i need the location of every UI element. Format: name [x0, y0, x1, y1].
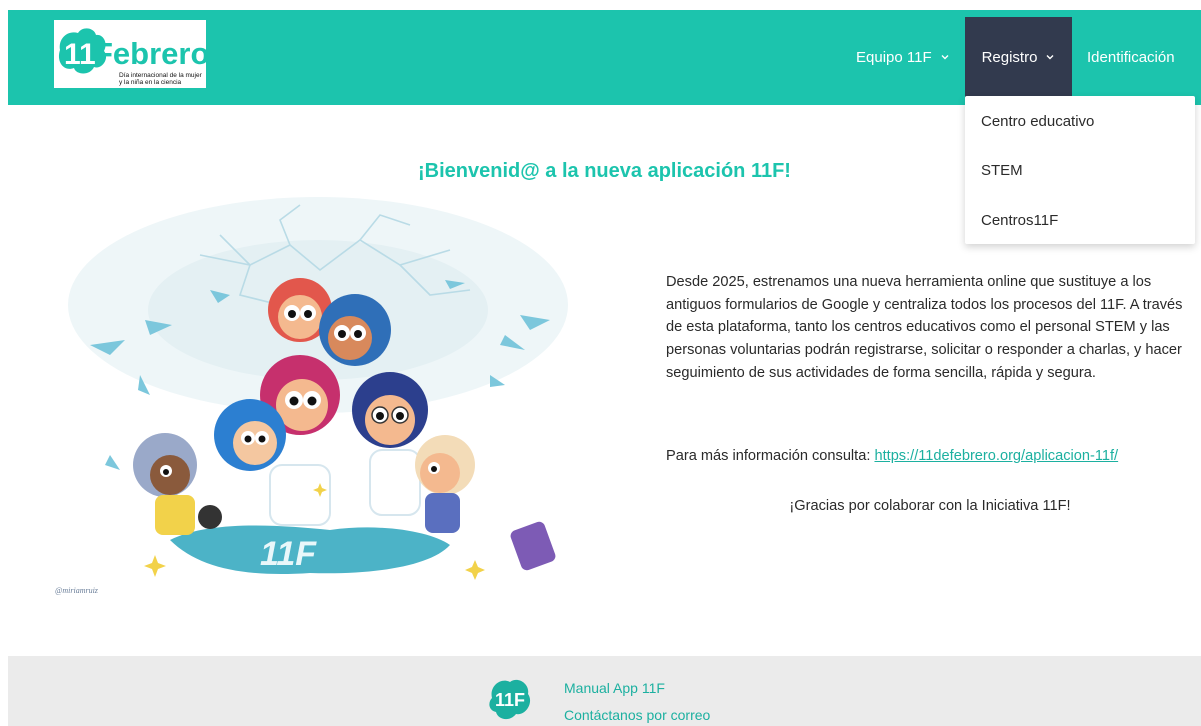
registro-dropdown-menu: Centro educativo STEM Centros11F — [965, 96, 1195, 244]
page: 11 Febrero Día internacional de la mujer… — [0, 0, 1201, 726]
nav-equipo-11f[interactable]: Equipo 11F — [856, 17, 950, 97]
logo-mark-icon[interactable]: 11F — [486, 674, 534, 722]
floor-11f-label: 11F — [260, 535, 317, 573]
info-link[interactable]: https://11defebrero.org/aplicacion-11f/ — [874, 448, 1118, 464]
illustration-signature: @miriamruiz — [55, 586, 99, 595]
svg-text:Febrero: Febrero — [94, 36, 206, 71]
footer-link-contact[interactable]: Contáctanos por correo — [564, 707, 710, 723]
site-logo[interactable]: 11 Febrero Día internacional de la mujer… — [54, 20, 206, 88]
info-paragraph: Para más información consulta: https://1… — [666, 448, 1118, 464]
chevron-down-icon — [1046, 55, 1054, 60]
dropdown-item-centros11f[interactable]: Centros11F — [981, 212, 1058, 229]
nav-registro[interactable]: Registro — [965, 17, 1072, 97]
footer-link-manual[interactable]: Manual App 11F — [564, 680, 665, 696]
svg-text:11: 11 — [64, 38, 96, 71]
intro-paragraph: Desde 2025, estrenamos una nueva herrami… — [666, 274, 1183, 381]
footer-logo-text: 11F — [495, 690, 525, 710]
hero-illustration: 11F @miriamruiz — [55, 197, 568, 595]
nav-equipo-label: Equipo 11F — [856, 48, 932, 66]
chevron-down-icon — [941, 55, 949, 60]
nav-identificacion-label: Identificación — [1087, 48, 1175, 66]
page-title: ¡Bienvenid@ a la nueva aplicación 11F! — [418, 160, 791, 182]
dropdown-item-stem[interactable]: STEM — [981, 162, 1023, 179]
nav-registro-label: Registro — [981, 48, 1038, 66]
logo-tagline: Día internacional de la mujer y la niña … — [119, 72, 202, 86]
dropdown-item-centro-educativo[interactable]: Centro educativo — [981, 113, 1094, 130]
info-prefix: Para más información consulta: — [666, 448, 875, 464]
footer: 11F Manual App 11F Contáctanos por corre… — [8, 656, 1201, 726]
nav-identificacion[interactable]: Identificación — [1087, 17, 1175, 97]
thanks-message: ¡Gracias por colaborar con la Iniciativa… — [789, 498, 1071, 514]
